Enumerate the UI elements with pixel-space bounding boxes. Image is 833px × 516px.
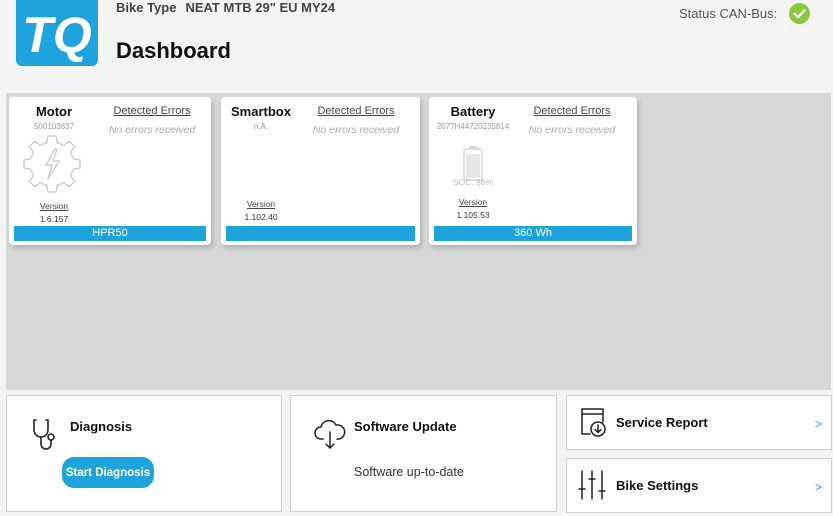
- logo-text: TQ: [22, 7, 92, 63]
- service-report-tile[interactable]: Service Report >: [566, 395, 832, 450]
- smartbox-version-label: Version: [246, 199, 276, 209]
- can-bus-status-label: Status CAN-Bus:: [679, 6, 778, 21]
- tq-logo: TQ: [16, 0, 98, 66]
- sliders-icon: [578, 470, 606, 500]
- motor-gear-icon: [23, 135, 81, 193]
- motor-version-label: Version: [39, 201, 69, 211]
- service-report-chevron-icon[interactable]: >: [815, 417, 822, 431]
- diagnosis-title: Diagnosis: [70, 419, 133, 434]
- report-download-icon: [581, 408, 606, 437]
- smartbox-errors-title[interactable]: Detected Errors: [308, 105, 404, 117]
- bike-settings-title: Bike Settings: [616, 478, 699, 493]
- motor-serial: 500103837: [33, 122, 75, 131]
- battery-errors-text: No errors received: [528, 124, 616, 136]
- battery-title: Battery: [450, 104, 496, 119]
- motor-card[interactable]: Motor 500103837 Detected Errors No error…: [9, 97, 211, 245]
- bike-settings-chevron-icon[interactable]: >: [815, 480, 822, 494]
- smartbox-bar: [226, 226, 415, 241]
- check-circle-icon: [789, 3, 810, 24]
- smartbox-version-value: 1.102.40: [244, 212, 278, 222]
- software-update-title: Software Update: [354, 419, 457, 434]
- battery-version-label: Version: [458, 197, 488, 207]
- battery-serial: 2077H44720235814: [436, 122, 510, 131]
- software-update-status: Software up-to-date: [354, 465, 464, 479]
- smartbox-serial: n.A.: [253, 122, 269, 131]
- stethoscope-icon: [33, 419, 55, 450]
- battery-card[interactable]: Battery 2077H44720235814 Detected Errors…: [429, 97, 637, 245]
- smartbox-title: Smartbox: [231, 104, 291, 119]
- motor-errors-text: No errors received: [108, 124, 196, 136]
- cloud-download-icon: [314, 420, 346, 449]
- motor-version-value: 1.6.157: [39, 214, 69, 224]
- smartbox-card[interactable]: Smartbox n.A. Detected Errors No errors …: [221, 97, 420, 245]
- bike-type-label: Bike Type: [116, 0, 177, 15]
- software-update-tile[interactable]: Software Update Software up-to-date: [290, 395, 557, 512]
- bike-type: Bike Type NEAT MTB 29" EU MY24: [116, 0, 335, 16]
- motor-errors-title[interactable]: Detected Errors: [104, 105, 200, 117]
- smartbox-errors-text: No errors received: [312, 124, 400, 136]
- battery-errors-title[interactable]: Detected Errors: [523, 105, 621, 117]
- service-report-title: Service Report: [616, 415, 708, 430]
- start-diagnosis-button[interactable]: Start Diagnosis: [62, 457, 154, 488]
- diagnosis-tile: Diagnosis Start Diagnosis: [6, 395, 282, 512]
- battery-icon: [463, 146, 483, 181]
- bike-settings-tile[interactable]: Bike Settings >: [566, 458, 832, 513]
- battery-bar: 360 Wh: [434, 226, 632, 241]
- components-panel: Motor 500103837 Detected Errors No error…: [6, 93, 831, 390]
- motor-title: Motor: [35, 104, 73, 119]
- bike-type-value: NEAT MTB 29" EU MY24: [185, 0, 336, 15]
- motor-bar: HPR50: [14, 226, 206, 241]
- battery-version-value: 1.105.53: [456, 210, 490, 220]
- page-title: Dashboard: [116, 38, 231, 63]
- battery-soc: SOC: 86%: [452, 177, 494, 187]
